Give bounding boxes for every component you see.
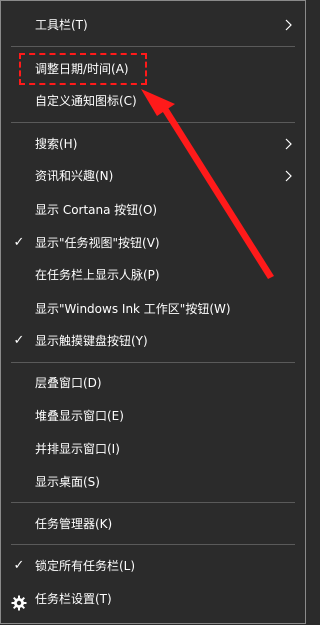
menu-separator: [11, 544, 295, 545]
checkmark-icon: ✓: [13, 558, 25, 573]
menu-item-label: 资讯和兴趣(N): [35, 169, 114, 183]
menu-item-cascade-windows[interactable]: 层叠窗口(D): [1, 367, 305, 399]
menu-item-show-desktop[interactable]: 显示桌面(S): [1, 466, 305, 498]
menu-item-toolbars[interactable]: 工具栏(T): [1, 9, 305, 41]
menu-item-customize-notification-icons[interactable]: 自定义通知图标(C): [1, 85, 305, 117]
menu-item-side-by-side-windows[interactable]: 并排显示窗口(I): [1, 433, 305, 465]
menu-item-show-windows-ink-button[interactable]: 显示"Windows Ink 工作区"按钮(W): [1, 293, 305, 325]
menu-item-show-people-on-taskbar[interactable]: 在任务栏上显示人脉(P): [1, 259, 305, 291]
menu-item-adjust-date-time[interactable]: 调整日期/时间(A): [1, 53, 305, 85]
menu-item-news-and-interests[interactable]: 资讯和兴趣(N): [1, 160, 305, 192]
menu-item-label: 显示"任务视图"按钮(V): [35, 236, 160, 250]
menu-separator: [11, 502, 295, 503]
menu-item-task-manager[interactable]: 任务管理器(K): [1, 508, 305, 540]
menu-separator: [11, 362, 295, 363]
menu-item-show-cortana-button[interactable]: 显示 Cortana 按钮(O): [1, 194, 305, 226]
chevron-right-icon: [285, 9, 295, 41]
menu-item-label: 锁定所有任务栏(L): [35, 559, 136, 573]
menu-item-label: 显示"Windows Ink 工作区"按钮(W): [35, 302, 231, 316]
menu-item-label: 任务管理器(K): [35, 517, 113, 531]
menu-item-lock-all-taskbars[interactable]: ✓ 锁定所有任务栏(L): [1, 550, 305, 582]
menu-item-label: 在任务栏上显示人脉(P): [35, 268, 160, 282]
chevron-right-icon: [285, 128, 295, 160]
gear-icon: [11, 591, 27, 611]
menu-item-label: 自定义通知图标(C): [35, 94, 137, 108]
menu-item-stack-windows[interactable]: 堆叠显示窗口(E): [1, 400, 305, 432]
menu-item-label: 调整日期/时间(A): [35, 62, 129, 76]
menu-item-label: 显示触摸键盘按钮(Y): [35, 334, 148, 348]
menu-item-label: 搜索(H): [35, 137, 78, 151]
menu-item-show-touch-keyboard-button[interactable]: ✓ 显示触摸键盘按钮(Y): [1, 325, 305, 357]
taskbar-context-menu: 工具栏(T) 调整日期/时间(A) 自定义通知图标(C) 搜索(H) 资讯和兴趣…: [0, 0, 306, 624]
menu-item-search[interactable]: 搜索(H): [1, 128, 305, 160]
menu-separator: [11, 46, 295, 47]
menu-item-label: 并排显示窗口(I): [35, 442, 120, 456]
menu-item-label: 层叠窗口(D): [35, 376, 102, 390]
menu-separator: [11, 122, 295, 123]
menu-item-taskbar-settings[interactable]: 任务栏设置(T): [1, 583, 305, 615]
menu-item-label: 堆叠显示窗口(E): [35, 409, 124, 423]
menu-item-label: 显示 Cortana 按钮(O): [35, 203, 158, 217]
chevron-right-icon: [285, 160, 295, 192]
menu-item-label: 显示桌面(S): [35, 475, 100, 489]
menu-item-label: 任务栏设置(T): [35, 592, 112, 606]
checkmark-icon: ✓: [13, 235, 25, 250]
menu-item-label: 工具栏(T): [35, 18, 88, 32]
menu-item-show-task-view-button[interactable]: ✓ 显示"任务视图"按钮(V): [1, 227, 305, 259]
checkmark-icon: ✓: [13, 333, 25, 348]
